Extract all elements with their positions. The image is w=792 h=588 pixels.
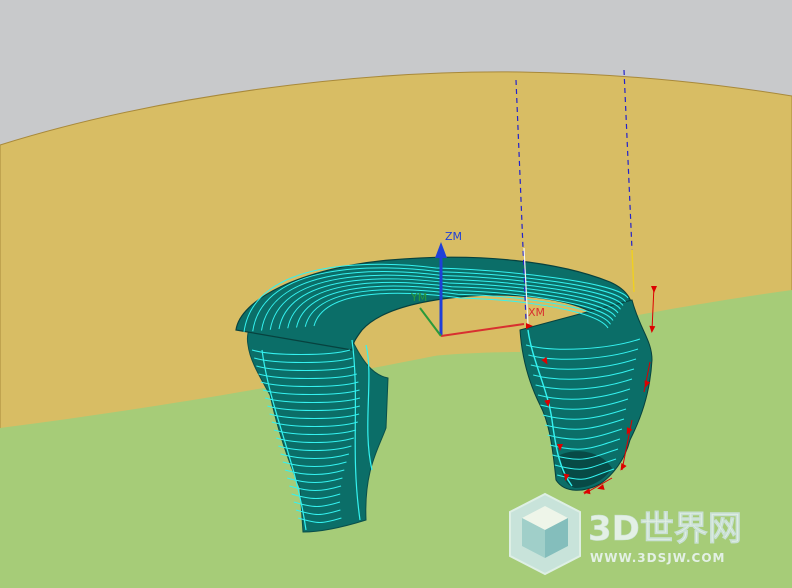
graphics-viewport[interactable]: ZM YM XM 3D世界网 WWW.3DSJW.COM [0,0,792,588]
cam-scene[interactable]: ZM YM XM 3D世界网 WWW.3DSJW.COM [0,0,792,588]
axis-x-label: XM [528,306,545,319]
cube-logo-icon [509,492,581,576]
watermark-brand: 3D世界网 [588,509,742,549]
axis-z-label: ZM [445,230,462,243]
axis-y-label: YM [410,291,427,304]
watermark-url: WWW.3DSJW.COM [590,551,725,565]
